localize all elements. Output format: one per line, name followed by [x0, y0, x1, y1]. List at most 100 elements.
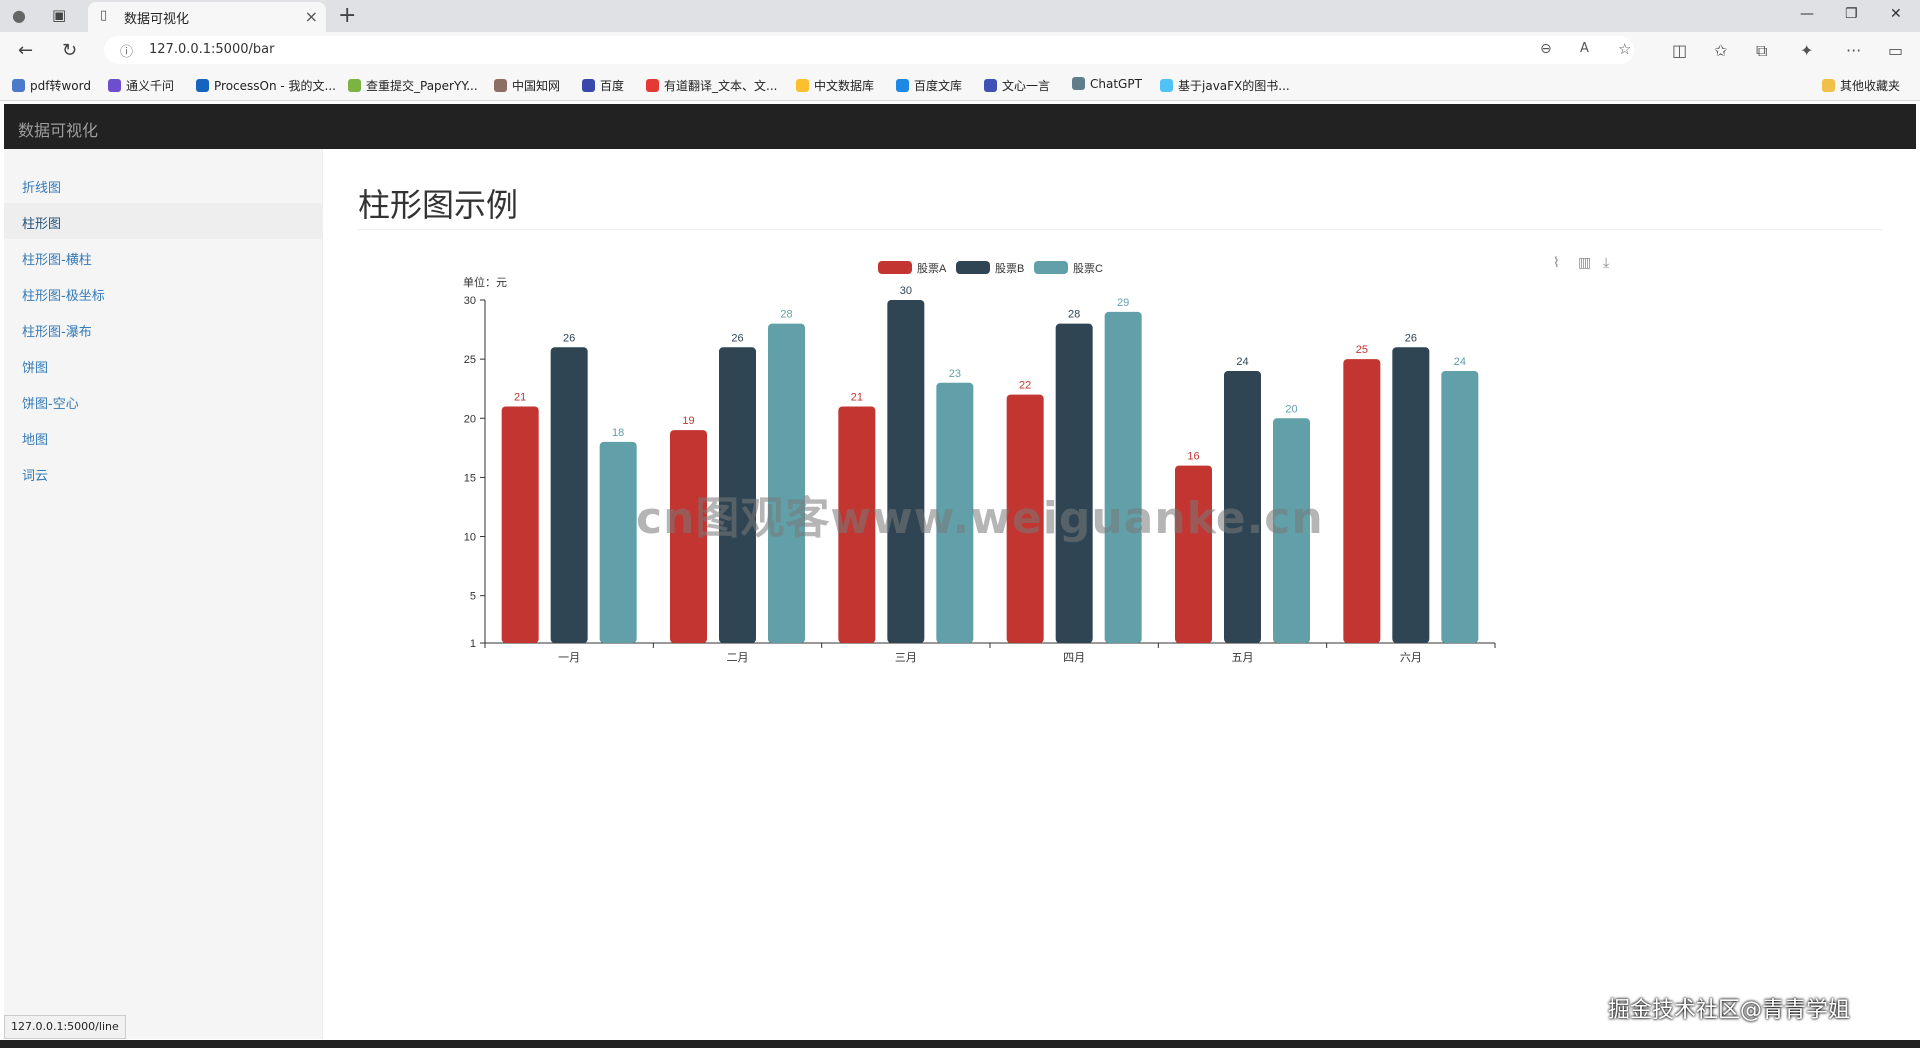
collections-icon[interactable]: ⧉ [1756, 41, 1767, 61]
bookmark-item[interactable]: pdf转word [12, 77, 91, 94]
back-icon[interactable]: ← [18, 40, 33, 61]
legend-label: 股票A [917, 262, 947, 275]
legend-swatch [878, 261, 912, 274]
y-axis-label: 单位：元 [463, 275, 507, 289]
sidebar-item-bar[interactable]: 柱形图 [4, 203, 322, 239]
y-tick-label: 10 [464, 532, 476, 544]
extensions-icon[interactable]: ✦ [1800, 41, 1813, 60]
bar-value-label: 16 [1187, 451, 1199, 463]
favorites-icon[interactable]: ✩ [1714, 41, 1727, 60]
sidebar-item-bar-waterfall[interactable]: 柱形图-瀑布 [4, 311, 322, 347]
y-tick-label: 5 [470, 591, 476, 603]
x-tick-label: 二月 [727, 652, 749, 664]
bar-value-label: 30 [900, 285, 912, 297]
bookmark-item[interactable]: 百度文库 [896, 77, 962, 94]
bar [501, 406, 539, 643]
x-tick-label: 四月 [1063, 652, 1085, 664]
new-tab-button[interactable]: + [338, 3, 356, 28]
profile-icon[interactable]: ● [12, 6, 26, 25]
close-tab-icon[interactable]: × [305, 7, 318, 26]
split-screen-icon[interactable]: ◫ [1672, 41, 1687, 60]
bar-chart-icon[interactable]: ▥ [1578, 255, 1591, 271]
y-tick-label: 15 [464, 472, 476, 484]
download-icon[interactable]: ⤓ [1603, 255, 1609, 271]
bar-value-label: 26 [731, 332, 743, 344]
legend-label: 股票C [1073, 262, 1103, 275]
line-chart-icon[interactable]: ⌇ [1553, 255, 1560, 271]
bar [1392, 347, 1430, 643]
bookmarks-bar: pdf转word 通义千问 ProcessOn - 我的文... 查重提交_Pa… [0, 70, 1920, 101]
bookmark-item[interactable]: 查重提交_PaperYY... [348, 77, 478, 94]
more-icon[interactable]: ··· [1846, 41, 1861, 60]
url-field[interactable]: ⓘ 127.0.0.1:5000/bar ⊖ A ☆ [104, 36, 1634, 64]
browser-tab[interactable]: ▯ 数据可视化 × [88, 2, 326, 32]
sidebar-item-map[interactable]: 地图 [4, 419, 322, 455]
close-window-button[interactable]: ✕ [1890, 6, 1902, 22]
bar-value-label: 19 [682, 415, 694, 427]
zoom-icon[interactable]: ⊖ [1540, 41, 1552, 57]
favorite-icon[interactable]: ☆ [1618, 40, 1631, 58]
sidebar-toggle-icon[interactable]: ▭ [1888, 41, 1903, 60]
x-tick-label: 六月 [1400, 651, 1422, 664]
sidebar-item-wordcloud[interactable]: 词云 [4, 455, 322, 491]
bar-value-label: 24 [1454, 356, 1466, 368]
minimize-button[interactable]: — [1800, 6, 1814, 22]
sidebar-item-pie[interactable]: 饼图 [4, 347, 322, 383]
restore-button[interactable]: ❐ [1845, 6, 1858, 22]
tab-actions-icon[interactable]: ▣ [52, 6, 66, 24]
y-tick-label: 30 [464, 295, 476, 307]
y-tick-label: 20 [464, 413, 476, 425]
bar-value-label: 26 [1405, 332, 1417, 344]
taskbar-strip [0, 1040, 1920, 1048]
bookmark-item[interactable]: 文心一言 [984, 77, 1050, 94]
folder-icon [1822, 79, 1835, 92]
bar-value-label: 23 [949, 368, 961, 380]
bar-value-label: 25 [1356, 344, 1368, 356]
watermark-text: cn图观客www.weiguanke.cn [636, 493, 1324, 544]
refresh-icon[interactable]: ↻ [62, 40, 77, 61]
x-tick-label: 五月 [1232, 652, 1254, 664]
bar-value-label: 22 [1019, 380, 1031, 392]
bar [1441, 370, 1479, 643]
bar-value-label: 21 [851, 391, 863, 403]
bookmark-item[interactable]: 中国知网 [494, 77, 560, 94]
legend-label: 股票B [995, 262, 1024, 275]
sidebar-item-line[interactable]: 折线图 [4, 167, 322, 203]
bookmark-item[interactable]: 百度 [582, 77, 624, 94]
bookmark-item[interactable]: ChatGPT [1072, 77, 1142, 91]
app-brand[interactable]: 数据可视化 [18, 117, 98, 141]
y-tick-label: 1 [470, 638, 476, 650]
site-info-icon[interactable]: ⓘ [120, 41, 133, 60]
bar-value-label: 20 [1285, 403, 1297, 415]
tab-title: 数据可视化 [124, 12, 190, 27]
x-tick-label: 三月 [895, 652, 917, 664]
bookmark-item[interactable]: 有道翻译_文本、文... [646, 77, 777, 94]
x-tick-label: 一月 [558, 652, 580, 664]
sidebar-item-bar-horizontal[interactable]: 柱形图-横柱 [4, 239, 322, 275]
bookmark-folder[interactable]: 其他收藏夹 [1822, 77, 1900, 94]
app-navbar: 数据可视化 [4, 104, 1916, 149]
page-title: 柱形图示例 [358, 186, 519, 224]
bar-value-label: 28 [780, 309, 792, 321]
bar [550, 347, 588, 643]
sidebar: 折线图 柱形图 柱形图-横柱 柱形图-极坐标 柱形图-瀑布 饼图 饼图-空心 地… [4, 149, 323, 1039]
url-text: 127.0.0.1:5000/bar [149, 42, 275, 57]
tab-bar: ● ▣ ▯ 数据可视化 × + — ❐ ✕ [0, 0, 1920, 32]
sidebar-item-bar-polar[interactable]: 柱形图-极坐标 [4, 275, 322, 311]
bar [887, 300, 925, 643]
page-icon: ▯ [100, 8, 108, 23]
read-aloud-icon[interactable]: A [1580, 41, 1589, 56]
title-divider [358, 229, 1882, 230]
sidebar-item-pie-hollow[interactable]: 饼图-空心 [4, 383, 322, 419]
bar-value-label: 24 [1236, 356, 1248, 368]
link-status-tooltip: 127.0.0.1:5000/line [4, 1015, 126, 1039]
bookmark-item[interactable]: 通义千问 [108, 77, 174, 94]
bar-value-label: 21 [514, 391, 526, 403]
bookmark-item[interactable]: 中文数据库 [796, 77, 874, 94]
bar [1343, 359, 1381, 643]
bar-chart: 股票A 股票B 股票C单位：元151015202530一月212618二月19262… [463, 261, 1496, 664]
bar-value-label: 18 [612, 427, 624, 439]
bookmark-item[interactable]: 基于javaFX的图书... [1160, 77, 1290, 94]
bookmark-item[interactable]: ProcessOn - 我的文... [196, 77, 336, 94]
y-tick-label: 25 [464, 354, 476, 366]
